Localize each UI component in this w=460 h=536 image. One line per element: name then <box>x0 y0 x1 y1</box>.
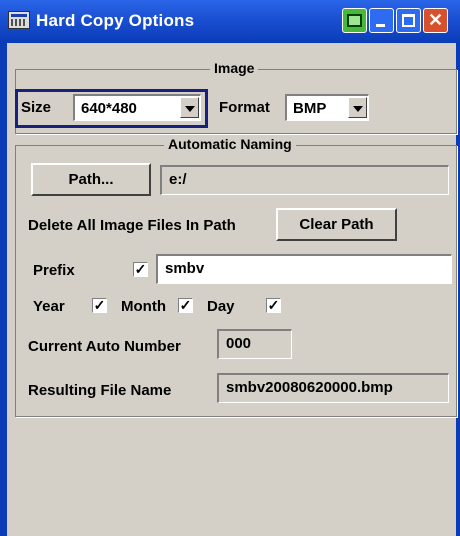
maximize-icon <box>402 14 415 27</box>
clear-path-button[interactable]: Clear Path <box>276 208 397 241</box>
chevron-down-icon[interactable] <box>180 97 199 118</box>
prefix-input[interactable]: smbv <box>156 254 452 284</box>
window-title: Hard Copy Options <box>36 11 195 30</box>
chevron-down-icon[interactable] <box>348 97 367 118</box>
year-checkbox[interactable]: ✓ <box>92 298 107 313</box>
day-label: Day <box>207 298 235 315</box>
path-field: e:/ <box>160 165 449 195</box>
resulting-file-name-field: smbv20080620000.bmp <box>217 373 449 403</box>
maximize-button[interactable] <box>396 8 421 33</box>
image-group-title: Image <box>210 60 259 76</box>
minimize-button[interactable] <box>369 8 394 33</box>
month-checkbox[interactable]: ✓ <box>178 298 193 313</box>
size-label: Size <box>21 99 52 116</box>
close-icon: ✕ <box>427 10 444 30</box>
delete-all-label: Delete All Image Files In Path <box>28 217 236 234</box>
year-label: Year <box>33 298 65 315</box>
minimize-icon <box>376 24 385 27</box>
month-label: Month <box>121 298 166 315</box>
current-auto-number-label: Current Auto Number <box>28 338 181 355</box>
resulting-file-name-label: Resulting File Name <box>28 382 172 399</box>
format-label: Format <box>219 99 270 116</box>
path-value: e:/ <box>169 171 187 188</box>
current-auto-number-value: 000 <box>226 335 252 352</box>
title-bar[interactable]: Hard Copy Options ✕ <box>0 0 460 43</box>
prefix-checkbox[interactable]: ✓ <box>133 262 148 277</box>
size-select[interactable]: 640*480 <box>73 94 201 121</box>
print-icon <box>347 14 362 27</box>
prefix-label: Prefix <box>33 262 75 279</box>
prefix-value: smbv <box>165 260 205 277</box>
print-button[interactable] <box>342 8 367 33</box>
format-value: BMP <box>293 100 327 117</box>
format-select[interactable]: BMP <box>285 94 369 121</box>
current-auto-number-field: 000 <box>217 329 292 359</box>
resulting-file-name-value: smbv20080620000.bmp <box>226 379 393 396</box>
printer-dialog-icon <box>8 11 30 29</box>
close-button[interactable]: ✕ <box>423 8 448 33</box>
path-button[interactable]: Path... <box>31 163 151 196</box>
day-checkbox[interactable]: ✓ <box>266 298 281 313</box>
hard-copy-options-window: Hard Copy Options ✕ Image Size 640*480 F… <box>0 0 460 536</box>
window-left-border <box>0 43 7 536</box>
size-value: 640*480 <box>81 100 137 117</box>
automatic-naming-title: Automatic Naming <box>164 136 296 152</box>
